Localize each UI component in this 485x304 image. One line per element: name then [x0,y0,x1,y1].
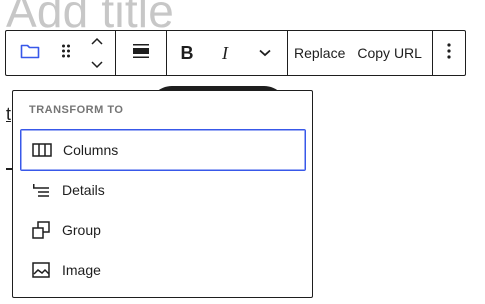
replace-button[interactable]: Replace [288,31,351,75]
format-group: B I [167,31,288,75]
options-group [433,31,465,75]
transform-item-label: Columns [63,142,119,158]
copy-url-button[interactable]: Copy URL [351,31,428,75]
chevron-up-icon [90,32,103,50]
align-group [116,31,167,75]
columns-icon [31,139,53,161]
move-down-button[interactable] [90,56,103,74]
transform-item-label: Image [62,262,101,278]
more-formats-button[interactable] [243,31,287,75]
align-button[interactable] [116,31,166,75]
drag-handle-icon [61,43,71,64]
chevron-down-icon [259,44,271,62]
media-group: Replace Copy URL [288,31,433,75]
italic-button[interactable]: I [207,31,243,75]
folder-icon [20,42,40,65]
drag-handle[interactable] [54,31,78,75]
transform-item-columns[interactable]: Columns [20,129,306,171]
transform-item-details[interactable]: Details [20,169,306,211]
transform-item-group[interactable]: Group [20,209,306,251]
more-vertical-icon [447,42,451,64]
block-toolbar: B I Replace Copy URL [5,30,466,76]
image-icon [30,259,52,281]
chevron-down-icon [90,56,103,74]
transform-item-image[interactable]: Image [20,249,306,291]
bold-button[interactable]: B [167,31,207,75]
block-controls-group [6,31,116,75]
group-icon [30,219,52,241]
transform-menu-heading: TRANSFORM TO [29,104,124,116]
move-up-button[interactable] [90,32,103,50]
details-icon [30,179,52,201]
background-link-fragment: t [6,104,12,124]
transform-item-label: Group [62,222,101,238]
align-icon [132,43,150,64]
transform-menu: TRANSFORM TO Columns Details Group Image [12,90,313,298]
transform-item-label: Details [62,182,105,198]
block-type-button[interactable] [6,31,54,75]
options-button[interactable] [433,31,465,75]
